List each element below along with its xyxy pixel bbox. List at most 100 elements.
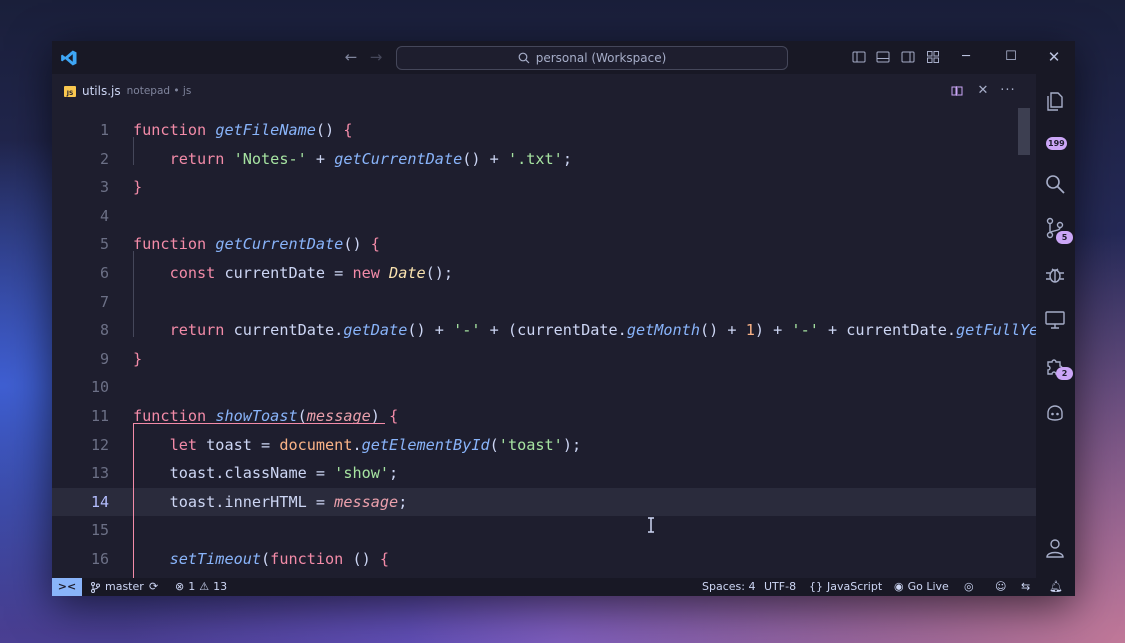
- forward-arrow-icon[interactable]: →: [367, 48, 385, 66]
- code-line[interactable]: 8 return currentDate.getDate() + '-' + (…: [52, 316, 1036, 345]
- indentation-button[interactable]: Spaces: 4: [702, 578, 755, 596]
- code-token: .: [352, 435, 362, 454]
- remote-explorer-icon[interactable]: [1044, 309, 1066, 331]
- code-token: 'toast': [498, 435, 563, 454]
- code-line[interactable]: 3}: [52, 173, 1036, 202]
- accounts-status-icon[interactable]: ☺: [995, 578, 1006, 596]
- code-token: ;: [562, 149, 572, 168]
- search-icon[interactable]: [1044, 173, 1066, 195]
- code-line[interactable]: 16 setTimeout(function () {: [52, 545, 1036, 574]
- close-tab-icon[interactable]: ✕: [975, 83, 991, 99]
- code-token: message: [334, 492, 399, 511]
- code-editor[interactable]: 17 toast.className = toast.className.rep…: [52, 108, 1036, 578]
- copilot-status-icon[interactable]: ◎: [964, 578, 974, 596]
- code-token: toast.innerHTML =: [133, 492, 335, 511]
- code-token: getCurrentDate: [334, 149, 463, 168]
- line-number: 2: [99, 149, 109, 168]
- accounts-icon[interactable]: [1044, 537, 1066, 559]
- line-number: 10: [90, 378, 109, 397]
- code-line[interactable]: 4: [52, 202, 1036, 231]
- run-and-debug-icon[interactable]: [1044, 263, 1066, 285]
- tab-utils-js[interactable]: JS utils.js notepad • js: [64, 80, 191, 102]
- code-line[interactable]: 14 toast.innerHTML = message;: [52, 487, 1036, 517]
- code-line[interactable]: 10: [52, 373, 1036, 402]
- toggle-panel-icon[interactable]: [876, 50, 890, 64]
- code-token: '-': [453, 321, 481, 340]
- line-number: 3: [99, 178, 109, 197]
- command-center-search[interactable]: personal (Workspace): [396, 46, 788, 70]
- tab-description: notepad • js: [126, 85, 192, 97]
- code-token: getElementById: [361, 435, 490, 454]
- code-line[interactable]: 5 function getCurrentDate() {: [52, 230, 1036, 259]
- code-line[interactable]: 12 let toast = document.getElementById('…: [52, 431, 1036, 460]
- warning-icon: ⚠: [199, 580, 210, 593]
- go-live-button[interactable]: ◉ Go Live: [894, 578, 949, 596]
- minimize-button[interactable]: ─: [956, 47, 976, 67]
- vscode-window: ← → personal (Workspace) ─ ☐ ✕ JS utils.…: [52, 41, 1075, 596]
- maximize-button[interactable]: ☐: [1001, 47, 1021, 67]
- search-icon: [518, 52, 530, 64]
- code-line[interactable]: 15: [52, 516, 1036, 545]
- warning-count: 13: [213, 580, 228, 593]
- code-token: ;: [389, 464, 399, 483]
- remote-indicator-button[interactable]: ><: [52, 578, 82, 596]
- extensions-badge: 2: [1056, 367, 1073, 380]
- code-token: return: [169, 149, 225, 168]
- live-share-icon[interactable]: ⇆: [1021, 578, 1030, 596]
- code-token: + currentDate.: [818, 321, 957, 340]
- code-token: () +: [407, 321, 454, 340]
- code-line[interactable]: 6 const currentDate = new Date();: [52, 259, 1036, 288]
- notifications-bell-icon[interactable]: 🔔︎: [1049, 578, 1063, 596]
- code-token: currentDate =: [215, 264, 353, 282]
- vertical-scrollbar-thumb[interactable]: [1018, 108, 1030, 155]
- code-token: +: [306, 149, 335, 168]
- line-number: 9: [99, 349, 109, 368]
- toggle-secondary-sidebar-icon[interactable]: [901, 50, 915, 64]
- copilot-icon[interactable]: [1044, 401, 1066, 423]
- code-token: ;: [398, 492, 408, 511]
- code-token: {: [379, 550, 390, 568]
- code-line[interactable]: 13 toast.className = 'show';: [52, 459, 1036, 488]
- encoding-button[interactable]: UTF-8: [764, 578, 796, 596]
- code-token: + (currentDate.: [480, 321, 627, 340]
- line-number: 11: [90, 407, 109, 425]
- braces-icon: {}: [809, 580, 823, 593]
- code-line[interactable]: 9}: [52, 345, 1036, 374]
- code-token: (: [489, 435, 499, 454]
- code-text: }: [133, 345, 142, 374]
- open-preview-icon[interactable]: [950, 84, 964, 98]
- close-window-button[interactable]: ✕: [1044, 47, 1064, 67]
- sync-icon[interactable]: ⟳: [149, 578, 158, 596]
- more-actions-icon[interactable]: ···: [1000, 83, 1016, 99]
- code-line[interactable]: 11 function showToast(message) {: [52, 402, 1036, 431]
- code-token: 1: [745, 321, 755, 340]
- error-icon: ⊗: [175, 580, 185, 593]
- code-token: 'Notes-': [233, 149, 307, 168]
- line-number: 6: [99, 264, 109, 282]
- line-number: 1: [99, 121, 109, 139]
- code-token: 'show': [334, 464, 390, 483]
- code-line[interactable]: 7: [52, 288, 1036, 317]
- toggle-primary-sidebar-icon[interactable]: [852, 50, 866, 64]
- language-mode-button[interactable]: {} JavaScript: [809, 578, 882, 596]
- back-arrow-icon[interactable]: ←: [342, 48, 360, 66]
- code-line[interactable]: 2 return 'Notes-' + getCurrentDate() + '…: [52, 145, 1036, 174]
- line-number: 15: [90, 521, 109, 540]
- customize-layout-icon[interactable]: [926, 50, 940, 64]
- broadcast-icon: ◉: [894, 580, 904, 593]
- go-live-label: Go Live: [907, 580, 949, 593]
- vscode-logo-icon: [61, 50, 77, 66]
- indent-guide: [133, 136, 134, 166]
- code-token: getFullYear: [956, 321, 1036, 340]
- line-number: 12: [90, 435, 109, 454]
- code-token: Date: [389, 264, 426, 282]
- line-number: 7: [99, 292, 109, 311]
- problems-button[interactable]: ⊗ 1 ⚠ 13: [175, 578, 227, 596]
- code-line[interactable]: 1 function getFileName() {: [52, 116, 1036, 145]
- explorer-icon[interactable]: [1044, 90, 1066, 112]
- branch-button[interactable]: master: [90, 578, 144, 596]
